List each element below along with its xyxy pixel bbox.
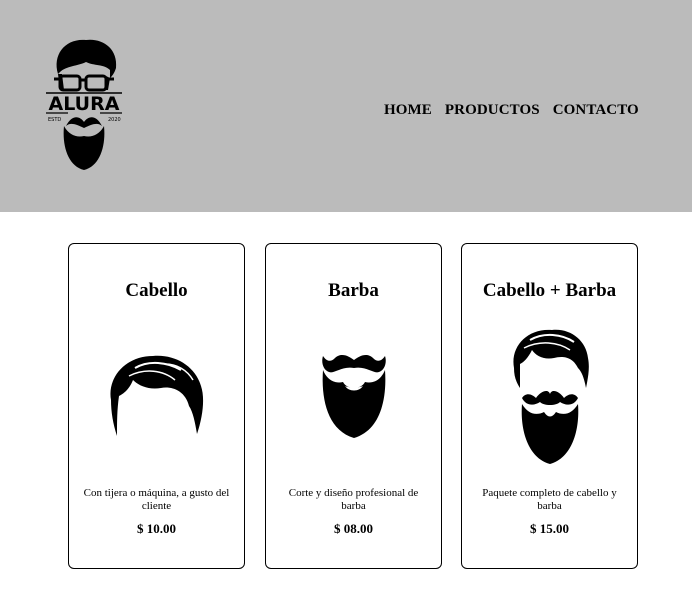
site-header: ALURA ESTD 2020 HOME PRODUCTOS CONTACTO <box>0 0 692 212</box>
product-card-cabello[interactable]: Cabello Con tijera o máquina, a gusto de… <box>68 243 245 569</box>
product-price: $ 08.00 <box>334 521 373 536</box>
logo-brand-text: ALURA <box>49 93 120 115</box>
product-title: Barba <box>328 280 379 301</box>
hair-icon <box>69 350 244 440</box>
alura-logo[interactable]: ALURA ESTD 2020 <box>44 34 124 172</box>
product-card-barba[interactable]: Barba Corte y diseño profesional de barb… <box>265 243 442 569</box>
product-description: Con tijera o máquina, a gusto del client… <box>83 487 230 512</box>
bearded-man-logo-icon: ALURA ESTD 2020 <box>46 39 122 170</box>
product-description: Paquete completo de cabello y barba <box>482 487 617 512</box>
nav-productos-link[interactable]: PRODUCTOS <box>445 102 540 119</box>
product-price: $ 15.00 <box>530 521 569 536</box>
logo-estd-text: ESTD <box>48 117 61 123</box>
product-description: Corte y diseño profesional de barba <box>288 487 419 512</box>
main-nav: HOME PRODUCTOS CONTACTO <box>384 102 639 119</box>
nav-home-link[interactable]: HOME <box>384 102 432 119</box>
beard-icon <box>266 350 441 440</box>
product-card-cabello-barba[interactable]: Cabello + Barba Paquete completo de cabe… <box>461 243 638 569</box>
product-price: $ 10.00 <box>137 521 176 536</box>
product-title: Cabello <box>125 280 188 301</box>
hair-and-beard-icon <box>462 326 637 466</box>
product-title: Cabello + Barba <box>482 280 617 301</box>
logo-year-text: 2020 <box>108 117 121 123</box>
nav-contacto-link[interactable]: CONTACTO <box>553 102 639 119</box>
